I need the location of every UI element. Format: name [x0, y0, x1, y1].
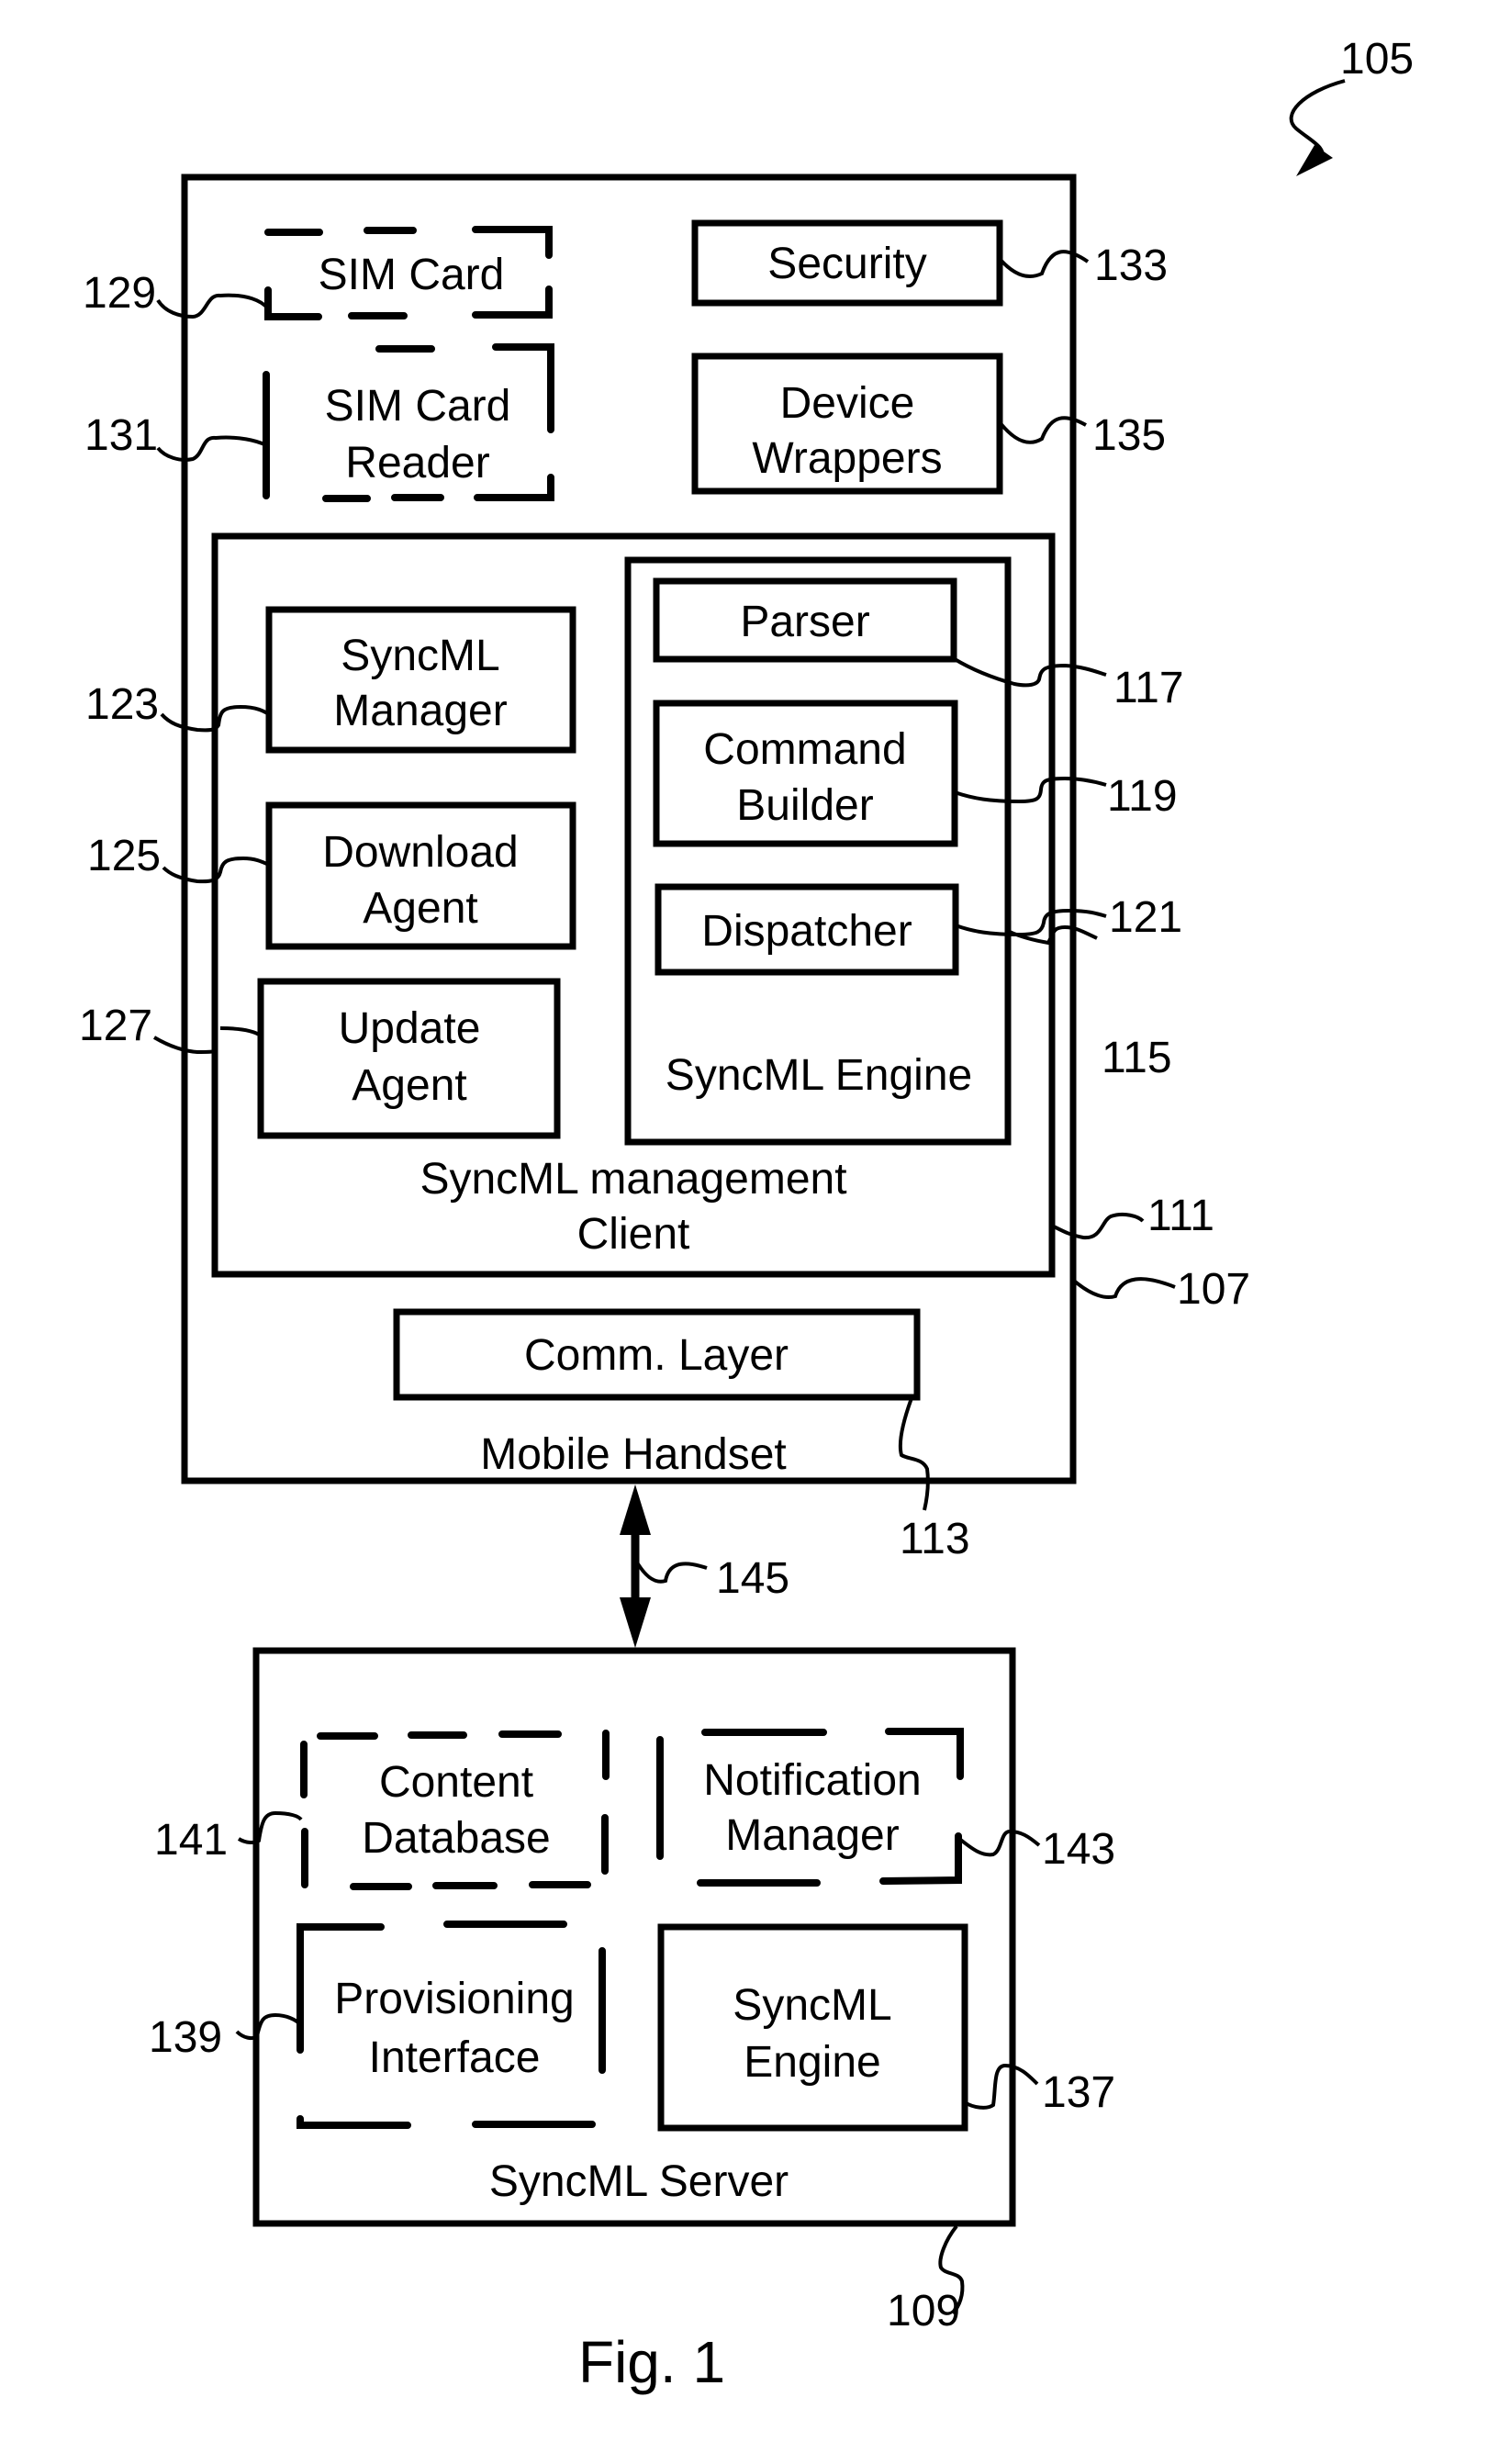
- device-wrappers: Device Wrappers 135: [691, 353, 1166, 495]
- client-label-line1: SyncML management: [420, 1155, 846, 1204]
- update-agent-label-line1: Update: [339, 1004, 481, 1053]
- ref-label-131: 131: [84, 411, 158, 460]
- content-database-dashed-border: [300, 1730, 610, 1890]
- ref-label-143: 143: [1042, 1825, 1115, 1874]
- leader-129: [156, 293, 270, 319]
- syncml-server: SyncML Server 109 Content Database 141 N…: [149, 1647, 1115, 2335]
- leader-111: [1051, 1212, 1145, 1240]
- ref-label-111: 111: [1147, 1192, 1214, 1240]
- system-reference: 105: [1289, 35, 1414, 176]
- ref-label-121: 121: [1109, 893, 1182, 942]
- patent-figure: 105 Mobile Handset 107 SIM Card 129 Secu…: [79, 35, 1414, 2395]
- ref-label-115: 115: [1102, 1034, 1172, 1082]
- syncml-engine-server: SyncML Engine 137: [657, 1923, 1115, 2132]
- leader-119: [954, 776, 1107, 804]
- notification-manager-dashed-border: [656, 1728, 964, 1887]
- server-engine-label-line2: Engine: [744, 2038, 880, 2087]
- leader-141: [237, 1810, 303, 1845]
- download-agent-label-line2: Agent: [363, 884, 477, 933]
- ref-label-123: 123: [85, 680, 159, 729]
- handset-label: Mobile Handset: [480, 1430, 787, 1479]
- syncml-engine-client: SyncML Engine 115 Parser 117 Command Bui…: [624, 556, 1184, 1146]
- content-database: Content Database 141: [154, 1730, 610, 1890]
- content-database-label-line2: Database: [362, 1814, 550, 1863]
- parser-label: Parser: [740, 598, 869, 646]
- provisioning-interface-dashed-border: [296, 1921, 606, 2129]
- security: Security 133: [691, 219, 1168, 307]
- syncml-manager-label-line2: Manager: [333, 687, 507, 735]
- sim-card-label: SIM Card: [319, 251, 505, 299]
- update-agent-label-line2: Agent: [352, 1061, 466, 1110]
- content-database-label-line1: Content: [379, 1758, 533, 1807]
- parser: Parser 117: [653, 577, 1184, 712]
- leader-139: [235, 2012, 302, 2041]
- command-builder: Command Builder 119: [653, 700, 1178, 847]
- client-label-line2: Client: [577, 1210, 690, 1259]
- provisioning-interface-label-line1: Provisioning: [334, 1975, 574, 2023]
- leader-107: [1072, 1277, 1176, 1299]
- provisioning-interface: Provisioning Interface 139: [149, 1921, 606, 2129]
- ref-label-145: 145: [716, 1554, 789, 1603]
- ref-label-119: 119: [1107, 772, 1178, 821]
- ref-label-129: 129: [83, 269, 156, 318]
- leader-145: [635, 1561, 708, 1584]
- device-wrappers-label-line2: Wrappers: [752, 434, 942, 483]
- notification-manager: Notification Manager 143: [656, 1728, 1115, 1887]
- leader-127: [152, 1026, 263, 1055]
- ref-label-133: 133: [1094, 241, 1168, 290]
- sim-card-reader-label-line1: SIM Card: [325, 382, 511, 431]
- ref-label-107: 107: [1177, 1265, 1250, 1314]
- notification-manager-label-line2: Manager: [725, 1811, 899, 1860]
- figure-caption: Fig. 1: [578, 2329, 725, 2395]
- dispatcher: Dispatcher 121: [654, 883, 1182, 976]
- command-builder-label-line1: Command: [703, 725, 906, 774]
- download-agent: Download Agent 125: [87, 801, 576, 950]
- ref-label-139: 139: [149, 2013, 222, 2062]
- syncml-manager-label-line1: SyncML: [341, 632, 499, 680]
- ref-label-137: 137: [1042, 2068, 1115, 2117]
- syncml-manager: SyncML Manager 123: [85, 606, 576, 754]
- arrowhead-icon: [1296, 145, 1333, 176]
- arrow-up-icon: [620, 1484, 651, 1535]
- engine-label: SyncML Engine: [666, 1051, 972, 1100]
- security-label: Security: [767, 240, 926, 288]
- update-agent: Update Agent 127: [79, 978, 561, 1139]
- sim-card-reader: SIM Card Reader 131: [84, 343, 554, 502]
- ref-label-135: 135: [1092, 411, 1166, 460]
- leader-117: [953, 657, 1107, 688]
- ref-label-125: 125: [87, 832, 161, 880]
- notification-manager-label-line1: Notification: [703, 1756, 921, 1805]
- mobile-handset: Mobile Handset 107 SIM Card 129 Security…: [79, 174, 1250, 1563]
- sim-card-reader-label-line2: Reader: [345, 439, 489, 487]
- leader-143: [957, 1829, 1041, 1857]
- ref-label-117: 117: [1113, 664, 1184, 712]
- ref-label-109: 109: [887, 2287, 960, 2335]
- ref-label-127: 127: [79, 1002, 152, 1050]
- command-builder-label-line2: Builder: [736, 781, 873, 830]
- handset-server-link: 145: [620, 1484, 789, 1648]
- server-engine-label-line1: SyncML: [733, 1981, 891, 2030]
- download-agent-label-line1: Download: [322, 828, 518, 877]
- leader-137: [963, 2063, 1039, 2110]
- ref-label-105: 105: [1340, 35, 1414, 84]
- dispatcher-label: Dispatcher: [701, 907, 912, 956]
- ref-label-113: 113: [900, 1515, 970, 1563]
- leader-131: [156, 435, 267, 462]
- server-label: SyncML Server: [489, 2157, 789, 2206]
- arrow-down-icon: [620, 1597, 651, 1648]
- provisioning-interface-label-line2: Interface: [369, 2033, 541, 2082]
- comm-layer-label: Comm. Layer: [524, 1331, 789, 1380]
- syncml-management-client: SyncML management Client 111 SyncML Mana…: [79, 532, 1214, 1278]
- device-wrappers-label-line1: Device: [780, 379, 915, 428]
- ref-label-141: 141: [154, 1816, 228, 1865]
- sim-card: SIM Card 129: [83, 226, 553, 320]
- leader-113: [898, 1397, 930, 1511]
